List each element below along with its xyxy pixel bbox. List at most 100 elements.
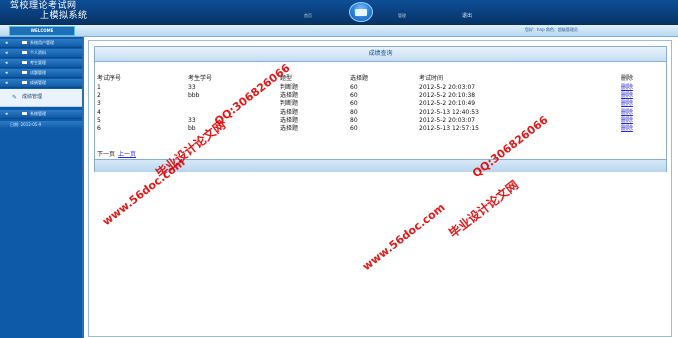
- cell-student-id: [188, 100, 280, 108]
- user-info: 您好：hnp 角色：超级管理员: [525, 27, 578, 32]
- cell-student-id: 33: [188, 116, 196, 124]
- cell-choice: 60: [350, 84, 358, 91]
- table-row: 4 选择题 80 2012-5-13 12:40:53 删除: [97, 109, 661, 117]
- mail-icon: [22, 112, 27, 115]
- pencil-icon: ✎: [12, 94, 18, 101]
- table-row: 6 bb 选择题 60 2012-5-13 12:57:15 删除: [97, 125, 661, 133]
- cell-delete: 删除: [621, 109, 661, 117]
- sidebar-item-label: 系统用户管理: [30, 40, 54, 45]
- cell-choice: 80: [350, 108, 358, 116]
- sidebar-item-label: 成绩管理: [30, 80, 46, 85]
- table-row: 1 33 判断题 60 2012-5-2 20:03:07 删除: [97, 84, 661, 92]
- cell-exam-time: 2012-5-13 12:40:53: [419, 108, 479, 116]
- col-delete: 删除: [621, 74, 634, 82]
- cell-type: 判断题: [280, 84, 299, 91]
- mail-icon: [22, 81, 27, 84]
- sidebar-item-label: 系统管理: [30, 111, 46, 116]
- sidebar-item-system-users[interactable]: ◂ 系统用户管理: [0, 39, 82, 48]
- app-title-line2: 上模拟系统: [40, 11, 88, 21]
- score-query-panel: 成绩查询 考试序号 考生学号 题型 选择题 考试时间 删除 1 33 判断题 6…: [94, 46, 667, 172]
- sidebar: ◂ 系统用户管理 ◂ 个人资料 ◂ 考生管理 ◂ 试题管理 ◂ 成绩管理 ✎ 成…: [0, 37, 84, 338]
- sidebar-item-profile[interactable]: ◂ 个人资料: [0, 49, 82, 58]
- nav-home-link[interactable]: 首页: [304, 13, 312, 19]
- sidebar-item-students[interactable]: ◂ 考生管理: [0, 59, 82, 68]
- sidebar-subitem-score-management[interactable]: ✎ 成绩管理: [0, 89, 82, 107]
- cell-exam-id: 4: [97, 108, 101, 116]
- mail-icon[interactable]: [349, 2, 373, 22]
- cell-choice: 60: [350, 125, 358, 133]
- app-title-line1: 驾校理论考试网: [10, 1, 77, 11]
- cell-exam-time: 2012-5-2 20:10:49: [419, 100, 476, 108]
- cell-exam-id: 2: [97, 92, 101, 100]
- cell-exam-id: 6: [97, 125, 101, 133]
- sidebar-item-label: 考生管理: [30, 60, 46, 65]
- next-page-link[interactable]: 下一页: [97, 151, 115, 158]
- pager: 下一页 上一页: [97, 149, 136, 158]
- cell-delete: 删除: [621, 100, 661, 108]
- cell-type: 选择题: [280, 125, 299, 133]
- cell-delete: 删除: [621, 117, 661, 125]
- cell-choice: 80: [350, 116, 358, 124]
- panel-title: 成绩查询: [95, 47, 666, 62]
- arrow-icon: ◂: [5, 80, 8, 86]
- col-exam-time: 考试时间: [419, 74, 444, 82]
- sidebar-item-system[interactable]: ◂ 系统管理: [0, 110, 82, 119]
- mail-icon: [22, 41, 27, 44]
- mail-icon: [22, 51, 27, 54]
- cell-student-id: bb: [188, 125, 196, 133]
- arrow-icon: ◂: [5, 50, 8, 56]
- panel-footer: [95, 159, 666, 172]
- arrow-icon: ◂: [5, 70, 8, 76]
- sidebar-item-questions[interactable]: ◂ 试题管理: [0, 69, 82, 78]
- col-exam-id: 考试序号: [97, 74, 122, 82]
- exit-link[interactable]: 退出: [462, 12, 472, 19]
- table-header-row: 考试序号 考生学号 题型 选择题 考试时间 删除: [97, 74, 661, 84]
- delete-link[interactable]: 删除: [621, 92, 633, 99]
- mail-icon: [22, 61, 27, 64]
- cell-student-id: [188, 109, 280, 117]
- sidebar-item-scores[interactable]: ◂ 成绩管理: [0, 79, 82, 88]
- cell-student-id: 33: [188, 84, 196, 91]
- table-row: 2 bbb 选择题 60 2012-5-2 20:10:38 删除: [97, 92, 661, 100]
- cell-type: 选择题: [280, 108, 299, 116]
- sidebar-item-label: 个人资料: [30, 50, 46, 55]
- header-bar: 驾校理论考试网 上模拟系统 首页 管理 退出: [0, 0, 678, 25]
- table-row: 5 33 选择题 80 2012-5-2 20:03:07 删除: [97, 117, 661, 125]
- table-row: 3 判断题 60 2012-5-2 20:10:49 删除: [97, 100, 661, 108]
- col-student-id: 考生学号: [188, 74, 213, 82]
- delete-link[interactable]: 删除: [621, 125, 633, 132]
- top-info-bar: WELCOME 您好：hnp 角色：超级管理员: [0, 25, 678, 37]
- cell-exam-time: 2012-5-2 20:10:38: [419, 92, 476, 100]
- delete-link[interactable]: 删除: [621, 100, 633, 107]
- delete-link[interactable]: 删除: [621, 84, 633, 91]
- cell-delete: 删除: [621, 84, 661, 92]
- app-title: 驾校理论考试网 上模拟系统: [10, 1, 88, 21]
- delete-link[interactable]: 删除: [621, 117, 633, 124]
- cell-choice: 60: [350, 92, 358, 100]
- col-type: 题型: [280, 74, 293, 82]
- prev-page-link[interactable]: 上一页: [118, 151, 136, 158]
- nav-admin-link[interactable]: 管理: [398, 13, 406, 19]
- score-table: 考试序号 考生学号 题型 选择题 考试时间 删除 1 33 判断题 60 201…: [97, 74, 661, 133]
- arrow-icon: ◂: [5, 40, 8, 46]
- cell-exam-id: 5: [97, 116, 101, 124]
- arrow-icon: ◂: [5, 111, 8, 117]
- delete-link[interactable]: 删除: [621, 109, 633, 116]
- col-choice: 选择题: [350, 74, 369, 82]
- cell-exam-id: 3: [97, 100, 101, 108]
- cell-exam-time: 2012-5-13 12:57:15: [419, 125, 479, 133]
- mail-icon: [22, 71, 27, 74]
- cell-exam-time: 2012-5-2 20:03:07: [419, 84, 476, 91]
- cell-choice: 60: [350, 100, 358, 108]
- cell-exam-time: 2012-5-2 20:03:07: [419, 116, 476, 124]
- main-content: 成绩查询 考试序号 考生学号 题型 选择题 考试时间 删除 1 33 判断题 6…: [88, 40, 672, 337]
- sidebar-date: 日期: 2012-05-9: [0, 121, 82, 129]
- cell-type: 选择题: [280, 116, 299, 124]
- welcome-label: WELCOME: [9, 26, 75, 36]
- cell-type: 判断题: [280, 100, 299, 108]
- cell-exam-id: 1: [97, 84, 101, 91]
- sidebar-item-label: 试题管理: [30, 70, 46, 75]
- cell-student-id: bbb: [188, 92, 200, 100]
- arrow-icon: ◂: [5, 60, 8, 66]
- cell-delete: 删除: [621, 125, 661, 133]
